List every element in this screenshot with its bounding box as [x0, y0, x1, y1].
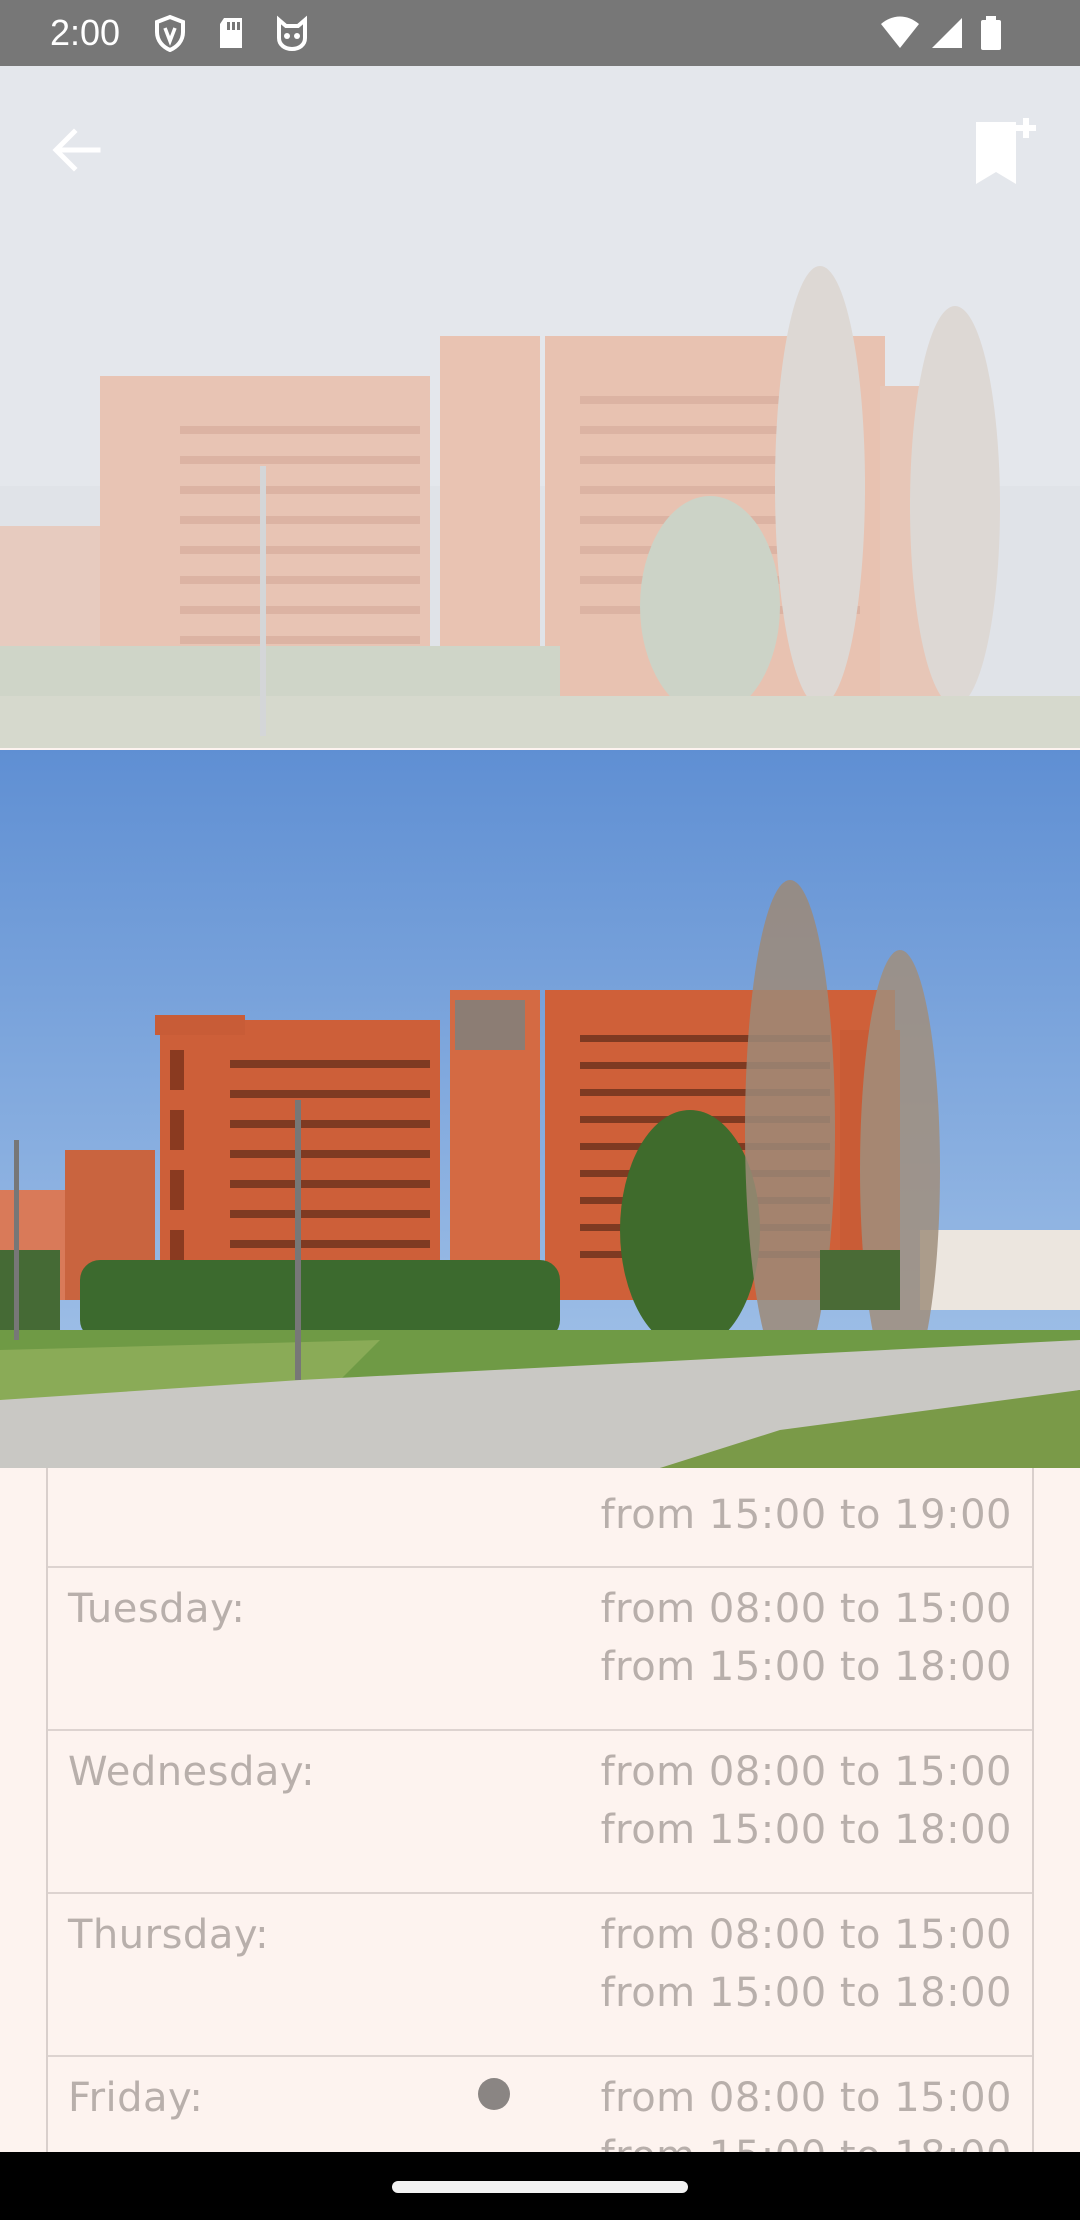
place-photo — [0, 750, 1080, 1468]
time-range: from 08:00 to 15:00 — [600, 2075, 1012, 2121]
signal-icon — [932, 18, 962, 48]
time-range: from 15:00 to 18:00 — [600, 1807, 1012, 1853]
cat-face-icon — [277, 15, 307, 52]
home-gesture-handle[interactable] — [392, 2181, 688, 2193]
time-range: from 08:00 to 15:00 — [600, 1586, 1012, 1632]
battery-icon — [981, 16, 1001, 50]
day-label: Wednesday: — [68, 1749, 316, 1795]
day-label: Thursday: — [68, 1912, 270, 1958]
hours-row: from 15:00 to 19:00 — [48, 1468, 1032, 1568]
shield-icon — [155, 14, 185, 52]
hours-row: Tuesday: from 08:00 to 15:00 from 15:00 … — [48, 1568, 1032, 1731]
touch-indicator — [478, 2078, 510, 2110]
time-range: from 08:00 to 15:00 — [600, 1749, 1012, 1795]
day-label: Friday: — [68, 2075, 204, 2121]
time-range: from 15:00 to 18:00 — [600, 1644, 1012, 1690]
status-bar: 2:00 — [0, 0, 1080, 66]
time-range: from 15:00 to 19:00 — [600, 1492, 1012, 1538]
status-time: 2:00 — [50, 12, 121, 53]
hours-row: Wednesday: from 08:00 to 15:00 from 15:0… — [48, 1731, 1032, 1894]
back-arrow-icon[interactable] — [44, 118, 108, 182]
time-range: from 15:00 to 18:00 — [601, 2127, 1012, 2152]
time-range: from 15:00 to 18:00 — [600, 1970, 1012, 2016]
hours-row: Friday: from 08:00 to 15:00 from 15:00 t… — [48, 2057, 1032, 2152]
hours-row: Thursday: from 08:00 to 15:00 from 15:00… — [48, 1894, 1032, 2057]
sd-card-icon — [220, 18, 242, 48]
day-label: Tuesday: — [68, 1586, 246, 1632]
opening-hours-table: from 15:00 to 19:00 Tuesday: from 08:00 … — [46, 1468, 1034, 2152]
time-range: from 08:00 to 15:00 — [600, 1912, 1012, 1958]
bookmark-add-icon[interactable] — [970, 114, 1040, 190]
header-image — [0, 66, 1080, 748]
wifi-icon — [881, 16, 919, 48]
